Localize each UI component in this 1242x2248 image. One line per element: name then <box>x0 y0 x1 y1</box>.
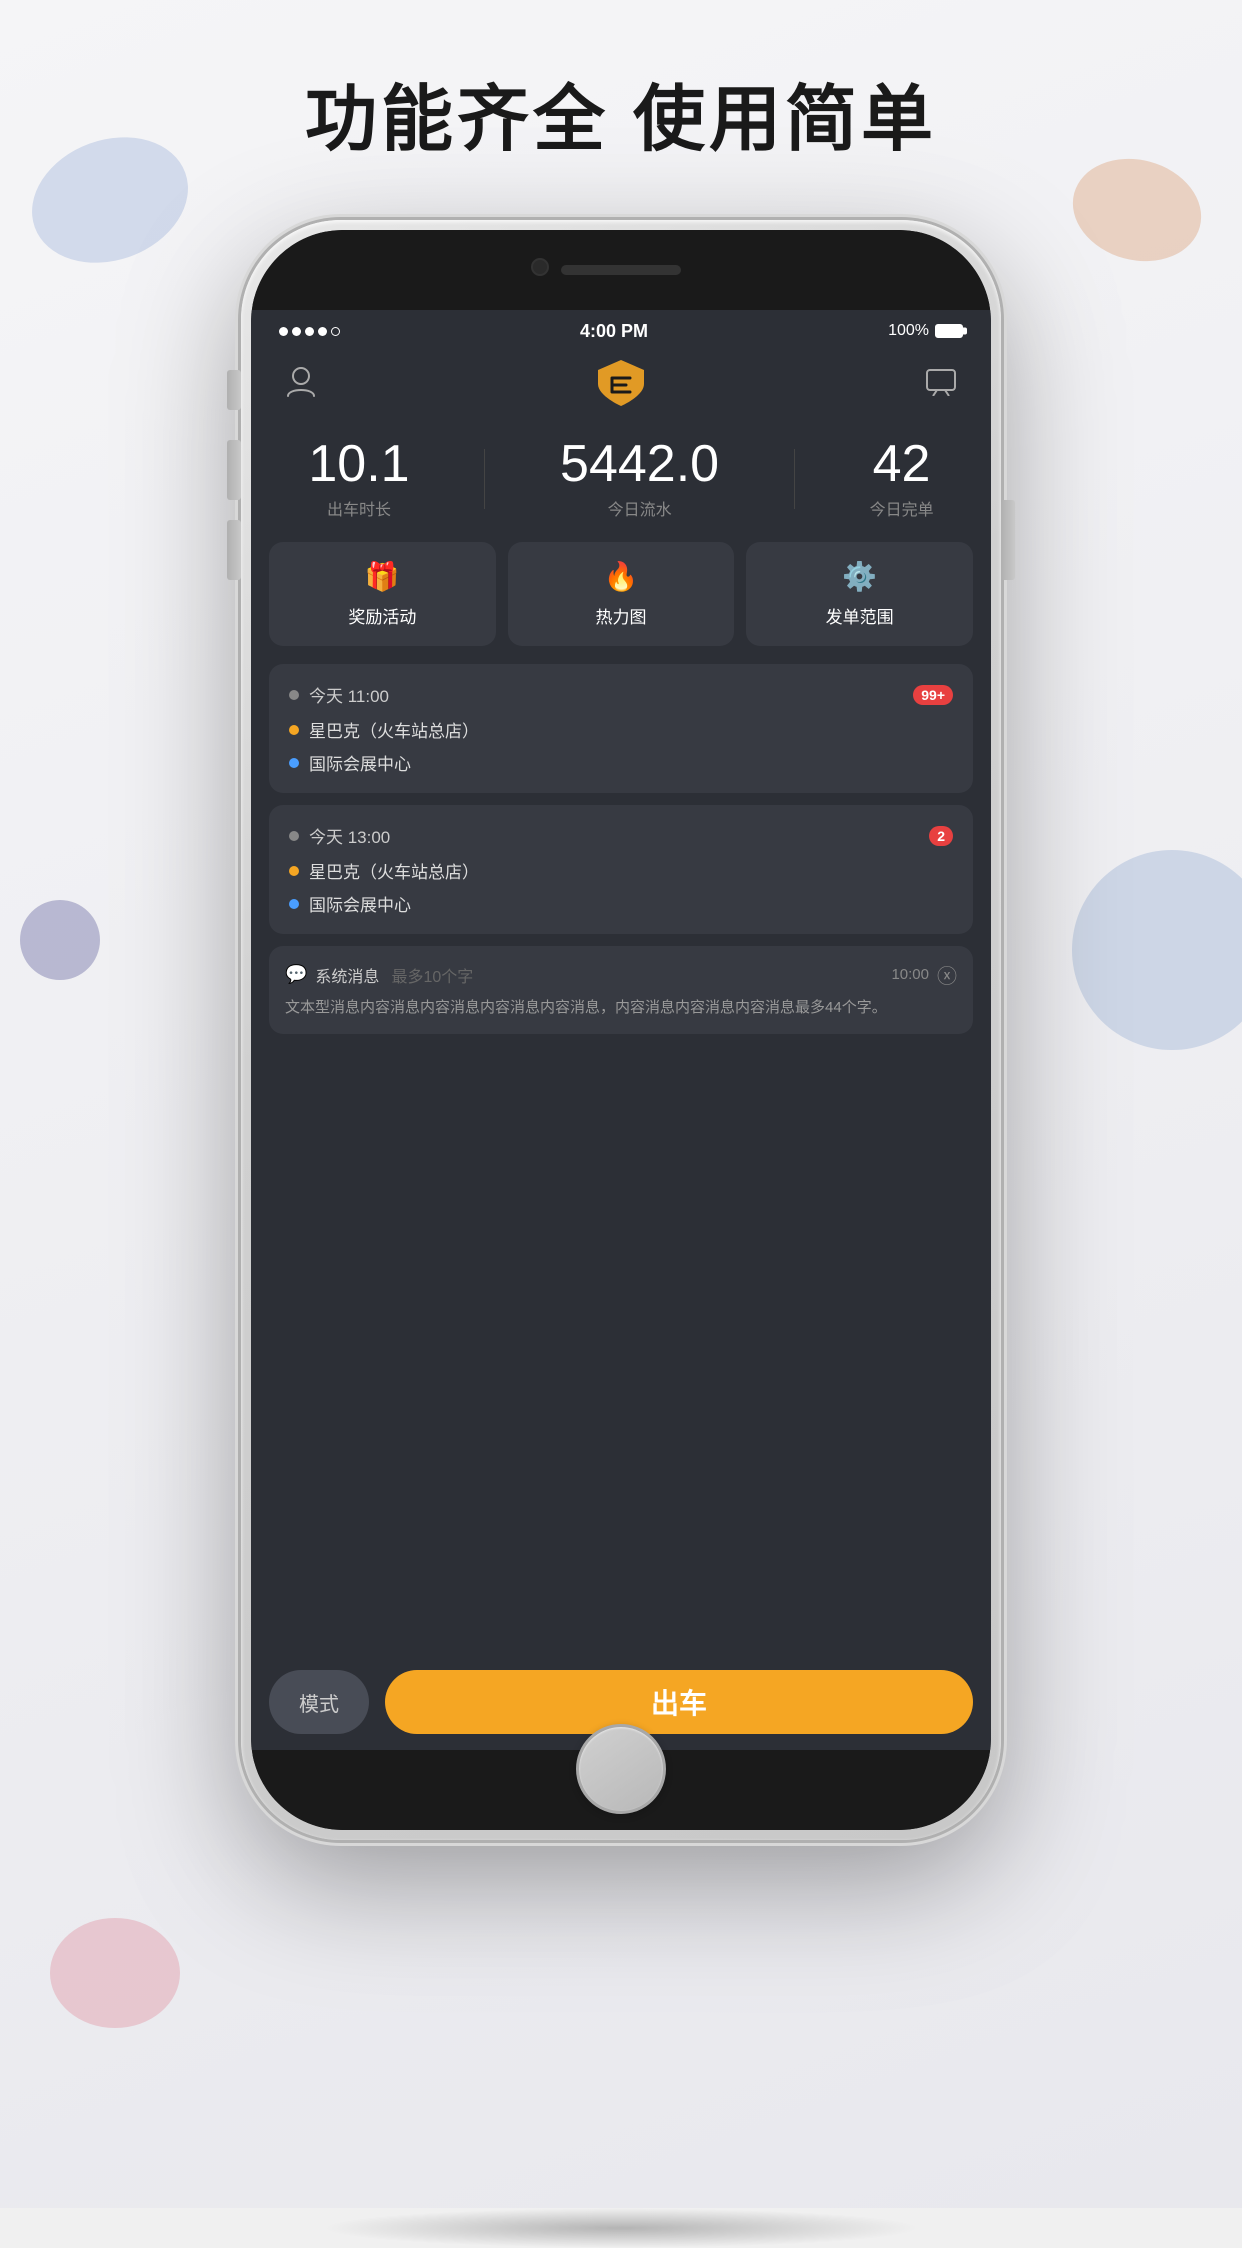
order-1-from: 星巴克（火车站总店） <box>309 717 479 742</box>
dispatch-icon: ⚙️ <box>842 560 877 593</box>
stat-daily-revenue: 5442.0 今日流水 <box>560 438 719 520</box>
stat-driving-time-value: 10.1 <box>308 438 409 490</box>
volume-up-button <box>227 440 241 500</box>
order-1-time-section: 今天 11:00 <box>289 682 389 707</box>
stats-section: 10.1 出车时长 5442.0 今日流水 42 今日完单 <box>251 420 991 542</box>
order-1-to: 国际会展中心 <box>309 750 411 775</box>
signal-dot-4 <box>318 327 327 336</box>
dropoff-dot-2 <box>289 899 299 909</box>
quick-actions-section: 🎁 奖励活动 🔥 热力图 ⚙️ 发单范围 <box>251 542 991 664</box>
signal-dot-3 <box>305 327 314 336</box>
status-bar: 4:00 PM 100% <box>251 310 991 348</box>
app-logo <box>592 356 650 408</box>
dispatch-range-button[interactable]: ⚙️ 发单范围 <box>746 542 973 646</box>
incentives-button[interactable]: 🎁 奖励活动 <box>269 542 496 646</box>
sys-msg-title-section: 💬 系统消息 最多10个字 <box>285 963 473 987</box>
mute-button <box>227 370 241 410</box>
signal-dot-1 <box>279 327 288 336</box>
stat-daily-orders-label: 今日完单 <box>870 496 934 520</box>
stat-driving-time-label: 出车时长 <box>327 496 391 520</box>
stat-divider-1 <box>484 449 485 509</box>
user-profile-button[interactable] <box>279 360 323 404</box>
incentives-label: 奖励活动 <box>348 603 416 628</box>
order-1-time: 今天 11:00 <box>309 682 389 707</box>
status-time: 4:00 PM <box>580 321 648 342</box>
order-2-dropoff: 国际会展中心 <box>289 891 953 916</box>
phone-mockup: 4:00 PM 100% <box>241 220 1001 1840</box>
sys-msg-body: 文本型消息内容消息内容消息内容消息内容消息，内容消息内容消息内容消息最多44个字… <box>285 997 957 1020</box>
order-1-pickup: 星巴克（火车站总店） <box>289 717 953 742</box>
battery-icon <box>935 324 963 338</box>
stat-daily-revenue-value: 5442.0 <box>560 438 719 490</box>
phone-bottom-bezel <box>251 1750 991 1830</box>
mode-button[interactable]: 模式 <box>269 1670 369 1734</box>
order-2-to: 国际会展中心 <box>309 891 411 916</box>
pickup-dot <box>289 725 299 735</box>
stat-daily-revenue-label: 今日流水 <box>608 496 672 520</box>
messages-button[interactable] <box>919 360 963 404</box>
app-screen: 4:00 PM 100% <box>251 310 991 1750</box>
stat-daily-orders-value: 42 <box>873 438 931 490</box>
stat-driving-time: 10.1 出车时长 <box>308 438 409 520</box>
heatmap-icon: 🔥 <box>604 560 639 593</box>
order-2-header: 今天 13:00 2 <box>289 823 953 848</box>
sys-msg-header: 💬 系统消息 最多10个字 10:00 ⓧ <box>285 960 957 989</box>
order-1-dropoff: 国际会展中心 <box>289 750 953 775</box>
status-right: 100% <box>888 322 963 340</box>
user-icon <box>286 366 316 398</box>
page-title: 功能齐全 使用简单 <box>0 60 1242 165</box>
close-message-button[interactable]: ⓧ <box>937 960 957 989</box>
order-2-time-dot <box>289 831 299 841</box>
message-bubble-icon: 💬 <box>285 964 307 985</box>
gift-icon: 🎁 <box>365 560 400 593</box>
order-1-header: 今天 11:00 99+ <box>289 682 953 707</box>
home-button[interactable] <box>576 1724 666 1814</box>
battery-percentage: 100% <box>888 322 929 340</box>
sys-msg-subtitle: 最多10个字 <box>391 963 473 987</box>
phone-shadow <box>321 2208 921 2248</box>
dispatch-range-label: 发单范围 <box>826 603 894 628</box>
phone-camera <box>531 258 549 276</box>
order-card-1[interactable]: 今天 11:00 99+ 星巴克（火车站总店） 国际会展中心 <box>269 664 973 793</box>
sys-msg-time: 10:00 <box>891 966 929 983</box>
start-driving-button[interactable]: 出车 <box>385 1670 973 1734</box>
decoration-blob-3 <box>20 900 100 980</box>
order-2-from: 星巴克（火车站总店） <box>309 858 479 883</box>
signal-indicator <box>279 327 340 336</box>
dropoff-dot <box>289 758 299 768</box>
order-1-time-dot <box>289 690 299 700</box>
signal-dot-2 <box>292 327 301 336</box>
decoration-blob-5 <box>50 1918 180 2028</box>
order-card-2[interactable]: 今天 13:00 2 星巴克（火车站总店） 国际会展中心 <box>269 805 973 934</box>
phone-speaker <box>561 265 681 275</box>
pickup-dot-2 <box>289 866 299 876</box>
order-2-pickup: 星巴克（火车站总店） <box>289 858 953 883</box>
phone-screen-area: 4:00 PM 100% <box>251 230 991 1830</box>
logo-svg <box>592 356 650 408</box>
message-icon <box>925 368 957 396</box>
order-2-badge: 2 <box>929 826 953 846</box>
power-button <box>1001 500 1015 580</box>
order-2-time-section: 今天 13:00 <box>289 823 390 848</box>
volume-down-button <box>227 520 241 580</box>
sys-msg-actions: 10:00 ⓧ <box>891 960 957 989</box>
system-message-card: 💬 系统消息 最多10个字 10:00 ⓧ 文本型消息内容消息内容消息内容消息内… <box>269 946 973 1034</box>
heatmap-button[interactable]: 🔥 热力图 <box>508 542 735 646</box>
stat-divider-2 <box>794 449 795 509</box>
order-1-badge: 99+ <box>913 685 953 705</box>
heatmap-label: 热力图 <box>596 603 647 628</box>
stat-daily-orders: 42 今日完单 <box>870 438 934 520</box>
app-header <box>251 348 991 420</box>
order-2-time: 今天 13:00 <box>309 823 390 848</box>
phone-top-bezel <box>251 230 991 310</box>
sys-msg-title-text: 系统消息 <box>315 963 379 987</box>
signal-dot-5 <box>331 327 340 336</box>
